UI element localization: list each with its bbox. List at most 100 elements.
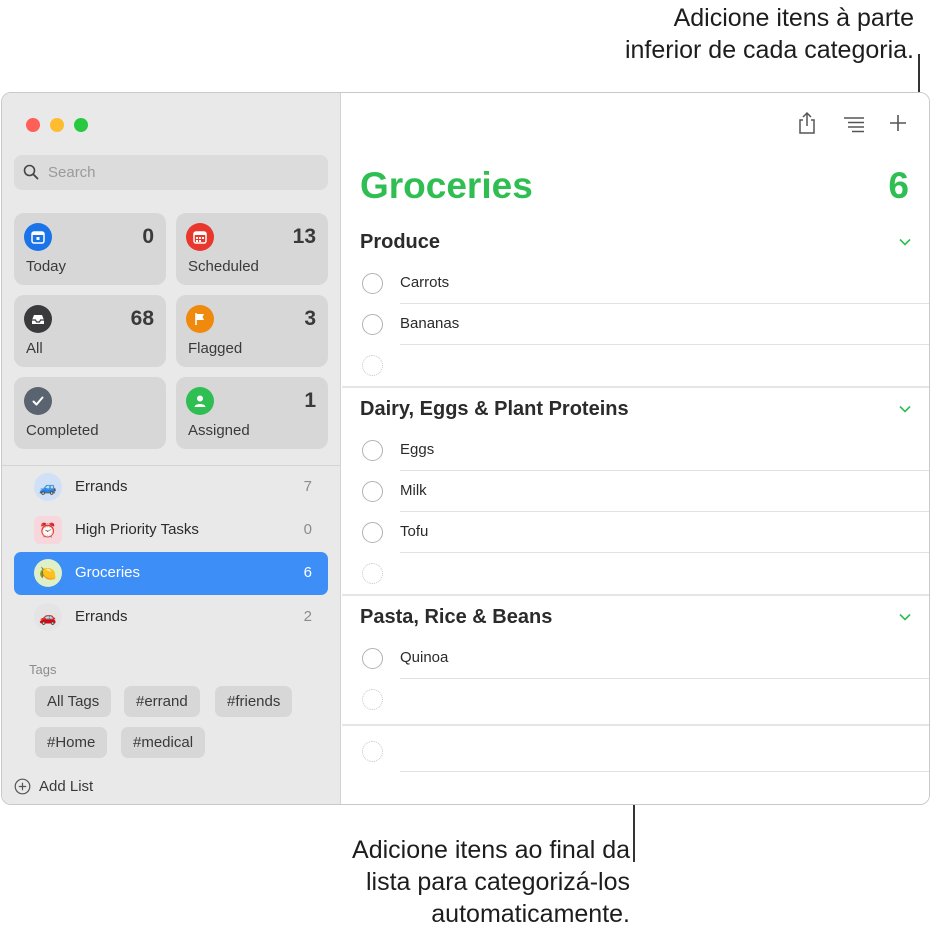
flag-icon — [186, 305, 214, 333]
tray-icon — [24, 305, 52, 333]
list-count: 7 — [303, 478, 312, 495]
new-task-checkbox[interactable] — [362, 689, 383, 710]
callout-bottom-line1: Adicione itens ao final da — [352, 836, 630, 864]
callout-top-line1: Adicione itens à parte — [673, 4, 914, 32]
task-checkbox[interactable] — [362, 648, 383, 669]
smart-list-count: 1 — [304, 389, 316, 412]
list-count: 6 — [303, 564, 312, 581]
smart-list-count: 68 — [130, 307, 154, 330]
chevron-down-icon[interactable] — [898, 235, 912, 249]
section-separator — [342, 724, 929, 726]
chevron-down-icon[interactable] — [898, 402, 912, 416]
smart-list-count: 0 — [142, 225, 154, 248]
new-task-checkbox[interactable] — [362, 355, 383, 376]
minimize-window-button[interactable] — [50, 118, 64, 132]
section-title[interactable]: Pasta, Rice & Beans — [360, 606, 552, 629]
smart-list-label: All — [26, 340, 43, 357]
list-total-count: 6 — [888, 165, 909, 206]
section-title[interactable]: Dairy, Eggs & Plant Proteins — [360, 398, 629, 421]
add-reminder-icon[interactable] — [888, 113, 908, 133]
smart-list-count: 3 — [304, 307, 316, 330]
search-input[interactable]: Search — [14, 155, 328, 190]
new-task-row[interactable] — [342, 553, 929, 594]
list-detail: Groceries 6 Produce Carrots Bananas Dair… — [342, 93, 929, 804]
new-task-row[interactable] — [342, 345, 929, 386]
task-checkbox[interactable] — [362, 522, 383, 543]
new-task-row-end[interactable] — [342, 731, 929, 772]
task-row[interactable]: Carrots — [342, 263, 929, 304]
list-name: Groceries — [75, 564, 141, 581]
list-count: 2 — [303, 608, 312, 625]
share-icon[interactable] — [796, 111, 818, 135]
task-row[interactable]: Bananas — [342, 304, 929, 345]
row-separator — [400, 771, 929, 772]
callout-bottom-line3: automaticamente. — [431, 900, 630, 928]
tag-all-tags[interactable]: All Tags — [35, 686, 112, 717]
list-name: High Priority Tasks — [75, 521, 199, 538]
section-separator — [342, 594, 929, 596]
task-row[interactable]: Quinoa — [342, 638, 929, 679]
smart-list-label: Flagged — [188, 340, 243, 357]
smart-list-label: Completed — [26, 422, 99, 439]
task-title[interactable]: Carrots — [400, 274, 449, 291]
new-task-checkbox[interactable] — [362, 563, 383, 584]
task-checkbox[interactable] — [362, 440, 383, 461]
task-title[interactable]: Quinoa — [400, 649, 448, 666]
task-checkbox[interactable] — [362, 273, 383, 294]
callout-top-line2: inferior de cada categoria. — [624, 36, 914, 64]
tags-heading: Tags — [29, 662, 57, 677]
smart-list-assigned[interactable]: 1 Assigned — [176, 377, 328, 449]
add-circle-icon — [14, 778, 31, 795]
task-checkbox[interactable] — [362, 481, 383, 502]
sidebar-item-errands-shared[interactable]: 🚗 Errands 2 — [14, 596, 328, 639]
task-title[interactable]: Bananas — [400, 315, 459, 332]
zoom-window-button[interactable] — [74, 118, 88, 132]
sidebar-item-groceries[interactable]: 🍋 Groceries 6 — [14, 552, 328, 595]
task-title[interactable]: Tofu — [400, 523, 428, 540]
smart-list-scheduled[interactable]: 13 Scheduled — [176, 213, 328, 285]
smart-list-label: Scheduled — [188, 258, 259, 275]
add-list-button[interactable]: Add List — [14, 778, 93, 795]
smart-list-label: Assigned — [188, 422, 250, 439]
smart-list-completed[interactable]: Completed — [14, 377, 166, 449]
section-separator — [342, 386, 929, 388]
callout-bottom: Adicione itens ao final da lista para ca… — [280, 834, 630, 930]
smart-list-today[interactable]: 0 Today — [14, 213, 166, 285]
section-title[interactable]: Produce — [360, 231, 440, 254]
add-list-label: Add List — [39, 778, 94, 795]
search-placeholder: Search — [48, 164, 96, 181]
tag-friends[interactable]: #friends — [215, 686, 293, 717]
new-task-row[interactable] — [342, 679, 929, 720]
new-task-checkbox[interactable] — [362, 741, 383, 762]
tag-medical[interactable]: #medical — [121, 727, 206, 758]
task-row[interactable]: Milk — [342, 471, 929, 512]
sidebar: Search 0 Today 13 Scheduled 68 All 3 Fla… — [2, 93, 341, 804]
list-title: Groceries — [360, 165, 533, 206]
smart-list-all[interactable]: 68 All — [14, 295, 166, 367]
car-icon: 🚙 — [34, 473, 62, 501]
close-window-button[interactable] — [26, 118, 40, 132]
lemon-icon: 🍋 — [34, 559, 62, 587]
calendar-today-icon — [24, 223, 52, 251]
task-checkbox[interactable] — [362, 314, 383, 335]
tag-errand[interactable]: #errand — [124, 686, 200, 717]
red-car-icon: 🚗 — [34, 603, 62, 631]
sidebar-item-high-priority-tasks[interactable]: ⏰ High Priority Tasks 0 — [14, 509, 328, 552]
tag-home[interactable]: #Home — [35, 727, 108, 758]
alarm-clock-icon: ⏰ — [34, 516, 62, 544]
smart-list-count: 13 — [292, 225, 316, 248]
task-title[interactable]: Eggs — [400, 441, 434, 458]
list-name: Errands — [75, 608, 128, 625]
reminders-window: Search 0 Today 13 Scheduled 68 All 3 Fla… — [1, 92, 930, 805]
checkmark-icon — [24, 387, 52, 415]
sidebar-item-errands[interactable]: 🚙 Errands 7 — [14, 466, 328, 509]
task-row[interactable]: Tofu — [342, 512, 929, 553]
view-options-icon[interactable] — [842, 115, 866, 133]
task-title[interactable]: Milk — [400, 482, 427, 499]
smart-list-flagged[interactable]: 3 Flagged — [176, 295, 328, 367]
chevron-down-icon[interactable] — [898, 610, 912, 624]
calendar-grid-icon — [186, 223, 214, 251]
task-row[interactable]: Eggs — [342, 430, 929, 471]
callout-bottom-line2: lista para categorizá-los — [365, 868, 630, 896]
person-icon — [186, 387, 214, 415]
